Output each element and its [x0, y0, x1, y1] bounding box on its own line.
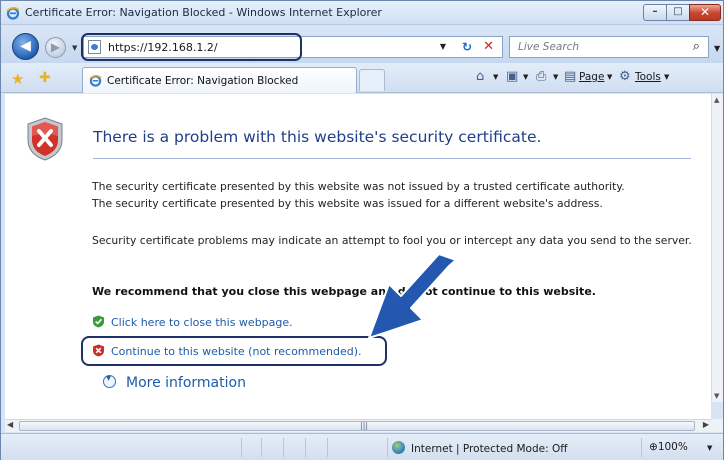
certificate-reasons: The security certificate presented by th…: [92, 178, 692, 212]
tab-certificate-error[interactable]: Certificate Error: Navigation Blocked: [82, 67, 357, 93]
zoom-chevron-down-icon[interactable]: ▼: [707, 444, 712, 452]
close-icon: ✕: [699, 5, 711, 19]
zoom-level[interactable]: ⊕100%: [649, 441, 688, 453]
page-menu-button[interactable]: Page: [579, 71, 604, 83]
ie-logo-icon: [6, 6, 20, 20]
search-icon[interactable]: ⌕: [693, 39, 700, 54]
maximize-button[interactable]: □: [666, 4, 690, 21]
address-dropdown-chevron-down-icon[interactable]: ▼: [440, 42, 446, 51]
callout-arrow-icon: [368, 254, 457, 339]
page-chevron-down-icon[interactable]: ▼: [607, 73, 612, 81]
zoom-magnifier-icon: ⊕: [649, 441, 658, 453]
close-webpage-link-text[interactable]: Click here to close this webpage.: [111, 316, 293, 329]
maximize-icon: □: [673, 6, 683, 17]
horizontal-scrollbar[interactable]: ◀ ||| ▶: [5, 419, 711, 432]
warning-explanation: Security certificate problems may indica…: [92, 234, 692, 247]
add-favorites-icon[interactable]: ✚: [39, 70, 51, 86]
tab-label: Certificate Error: Navigation Blocked: [107, 75, 299, 87]
security-zone[interactable]: Internet | Protected Mode: Off: [392, 441, 567, 455]
tools-menu-button[interactable]: Tools: [635, 71, 661, 83]
search-options-chevron-down-icon[interactable]: ▼: [714, 44, 720, 53]
status-divider: [241, 438, 242, 457]
tab-bar: ★ ✚ Certificate Error: Navigation Blocke…: [1, 63, 723, 93]
window-title: Certificate Error: Navigation Blocked - …: [25, 6, 382, 19]
scroll-grip-icon: |||: [360, 421, 369, 430]
status-divider: [261, 438, 262, 457]
status-bar: Internet | Protected Mode: Off ⊕100% ▼: [1, 433, 723, 460]
browser-window: Certificate Error: Navigation Blocked - …: [0, 0, 724, 460]
scroll-right-icon[interactable]: ▶: [703, 420, 709, 429]
feeds-icon[interactable]: ▣: [506, 69, 518, 84]
status-divider: [283, 438, 284, 457]
scrollbar-corner: [711, 419, 723, 432]
reason-address-mismatch: The security certificate presented by th…: [92, 197, 603, 210]
search-placeholder[interactable]: Live Search: [518, 41, 579, 53]
ie-logo-icon: [89, 74, 102, 87]
tools-gear-icon[interactable]: ⚙: [619, 69, 631, 84]
scroll-down-icon[interactable]: ▼: [714, 392, 719, 400]
heading-divider: [93, 158, 691, 159]
recommendation-text: We recommend that you close this webpage…: [92, 285, 596, 298]
favorites-star-icon[interactable]: ★: [11, 70, 24, 88]
new-tab-button[interactable]: [359, 69, 385, 91]
status-divider: [327, 438, 328, 457]
page-content-bottom: [5, 402, 711, 419]
back-arrow-icon: ◀: [20, 38, 31, 54]
address-callout-highlight: [81, 33, 302, 61]
minimize-button[interactable]: –: [643, 4, 667, 21]
recent-pages-chevron-down-icon[interactable]: ▼: [72, 44, 80, 52]
tools-menu-label: Tools: [635, 71, 661, 83]
title-bar: Certificate Error: Navigation Blocked - …: [1, 1, 723, 25]
page-content: There is a problem with this website's s…: [5, 94, 711, 402]
search-box[interactable]: Live Search ⌕: [509, 36, 709, 58]
tools-chevron-down-icon[interactable]: ▼: [664, 73, 669, 81]
security-shield-error-icon: [27, 117, 63, 161]
continue-callout-highlight: [81, 336, 387, 366]
security-zone-label: Internet | Protected Mode: Off: [411, 443, 568, 455]
forward-button[interactable]: ▶: [45, 37, 66, 58]
status-divider: [641, 438, 642, 457]
print-icon[interactable]: ⎙: [536, 69, 546, 84]
expand-circle-chevron-down-icon: [103, 373, 116, 388]
home-icon[interactable]: ⌂: [476, 69, 484, 84]
status-divider: [387, 438, 388, 457]
page-title: There is a problem with this website's s…: [93, 128, 542, 146]
print-chevron-down-icon[interactable]: ▼: [553, 73, 558, 81]
home-chevron-down-icon[interactable]: ▼: [493, 73, 498, 81]
more-information-label: More information: [126, 375, 246, 391]
scroll-left-icon[interactable]: ◀: [7, 420, 13, 429]
zoom-value: 100%: [657, 441, 688, 453]
page-menu-icon[interactable]: ▤: [564, 69, 576, 84]
stop-icon[interactable]: ✕: [483, 39, 494, 54]
close-webpage-link[interactable]: Click here to close this webpage.: [92, 315, 293, 329]
refresh-icon[interactable]: ↻: [462, 40, 472, 54]
forward-arrow-icon: ▶: [50, 40, 61, 54]
globe-icon: [392, 441, 405, 454]
reason-untrusted-authority: The security certificate presented by th…: [92, 180, 625, 193]
close-window-button[interactable]: ✕: [689, 4, 721, 21]
more-information-toggle[interactable]: More information: [103, 373, 246, 391]
vertical-scrollbar[interactable]: ▲ ▼: [711, 94, 723, 402]
scroll-up-icon[interactable]: ▲: [714, 96, 719, 104]
feeds-chevron-down-icon[interactable]: ▼: [523, 73, 528, 81]
status-divider: [305, 438, 306, 457]
horizontal-scroll-thumb[interactable]: |||: [19, 421, 695, 431]
back-button[interactable]: ◀: [12, 33, 39, 60]
minimize-icon: –: [652, 6, 658, 17]
navigation-bar: ◀ ▶ ▼ https://192.168.1.2/ ▼ ↻ ✕ Live Se…: [1, 26, 723, 63]
green-shield-check-icon: [93, 315, 104, 328]
page-menu-label: Page: [579, 71, 605, 83]
